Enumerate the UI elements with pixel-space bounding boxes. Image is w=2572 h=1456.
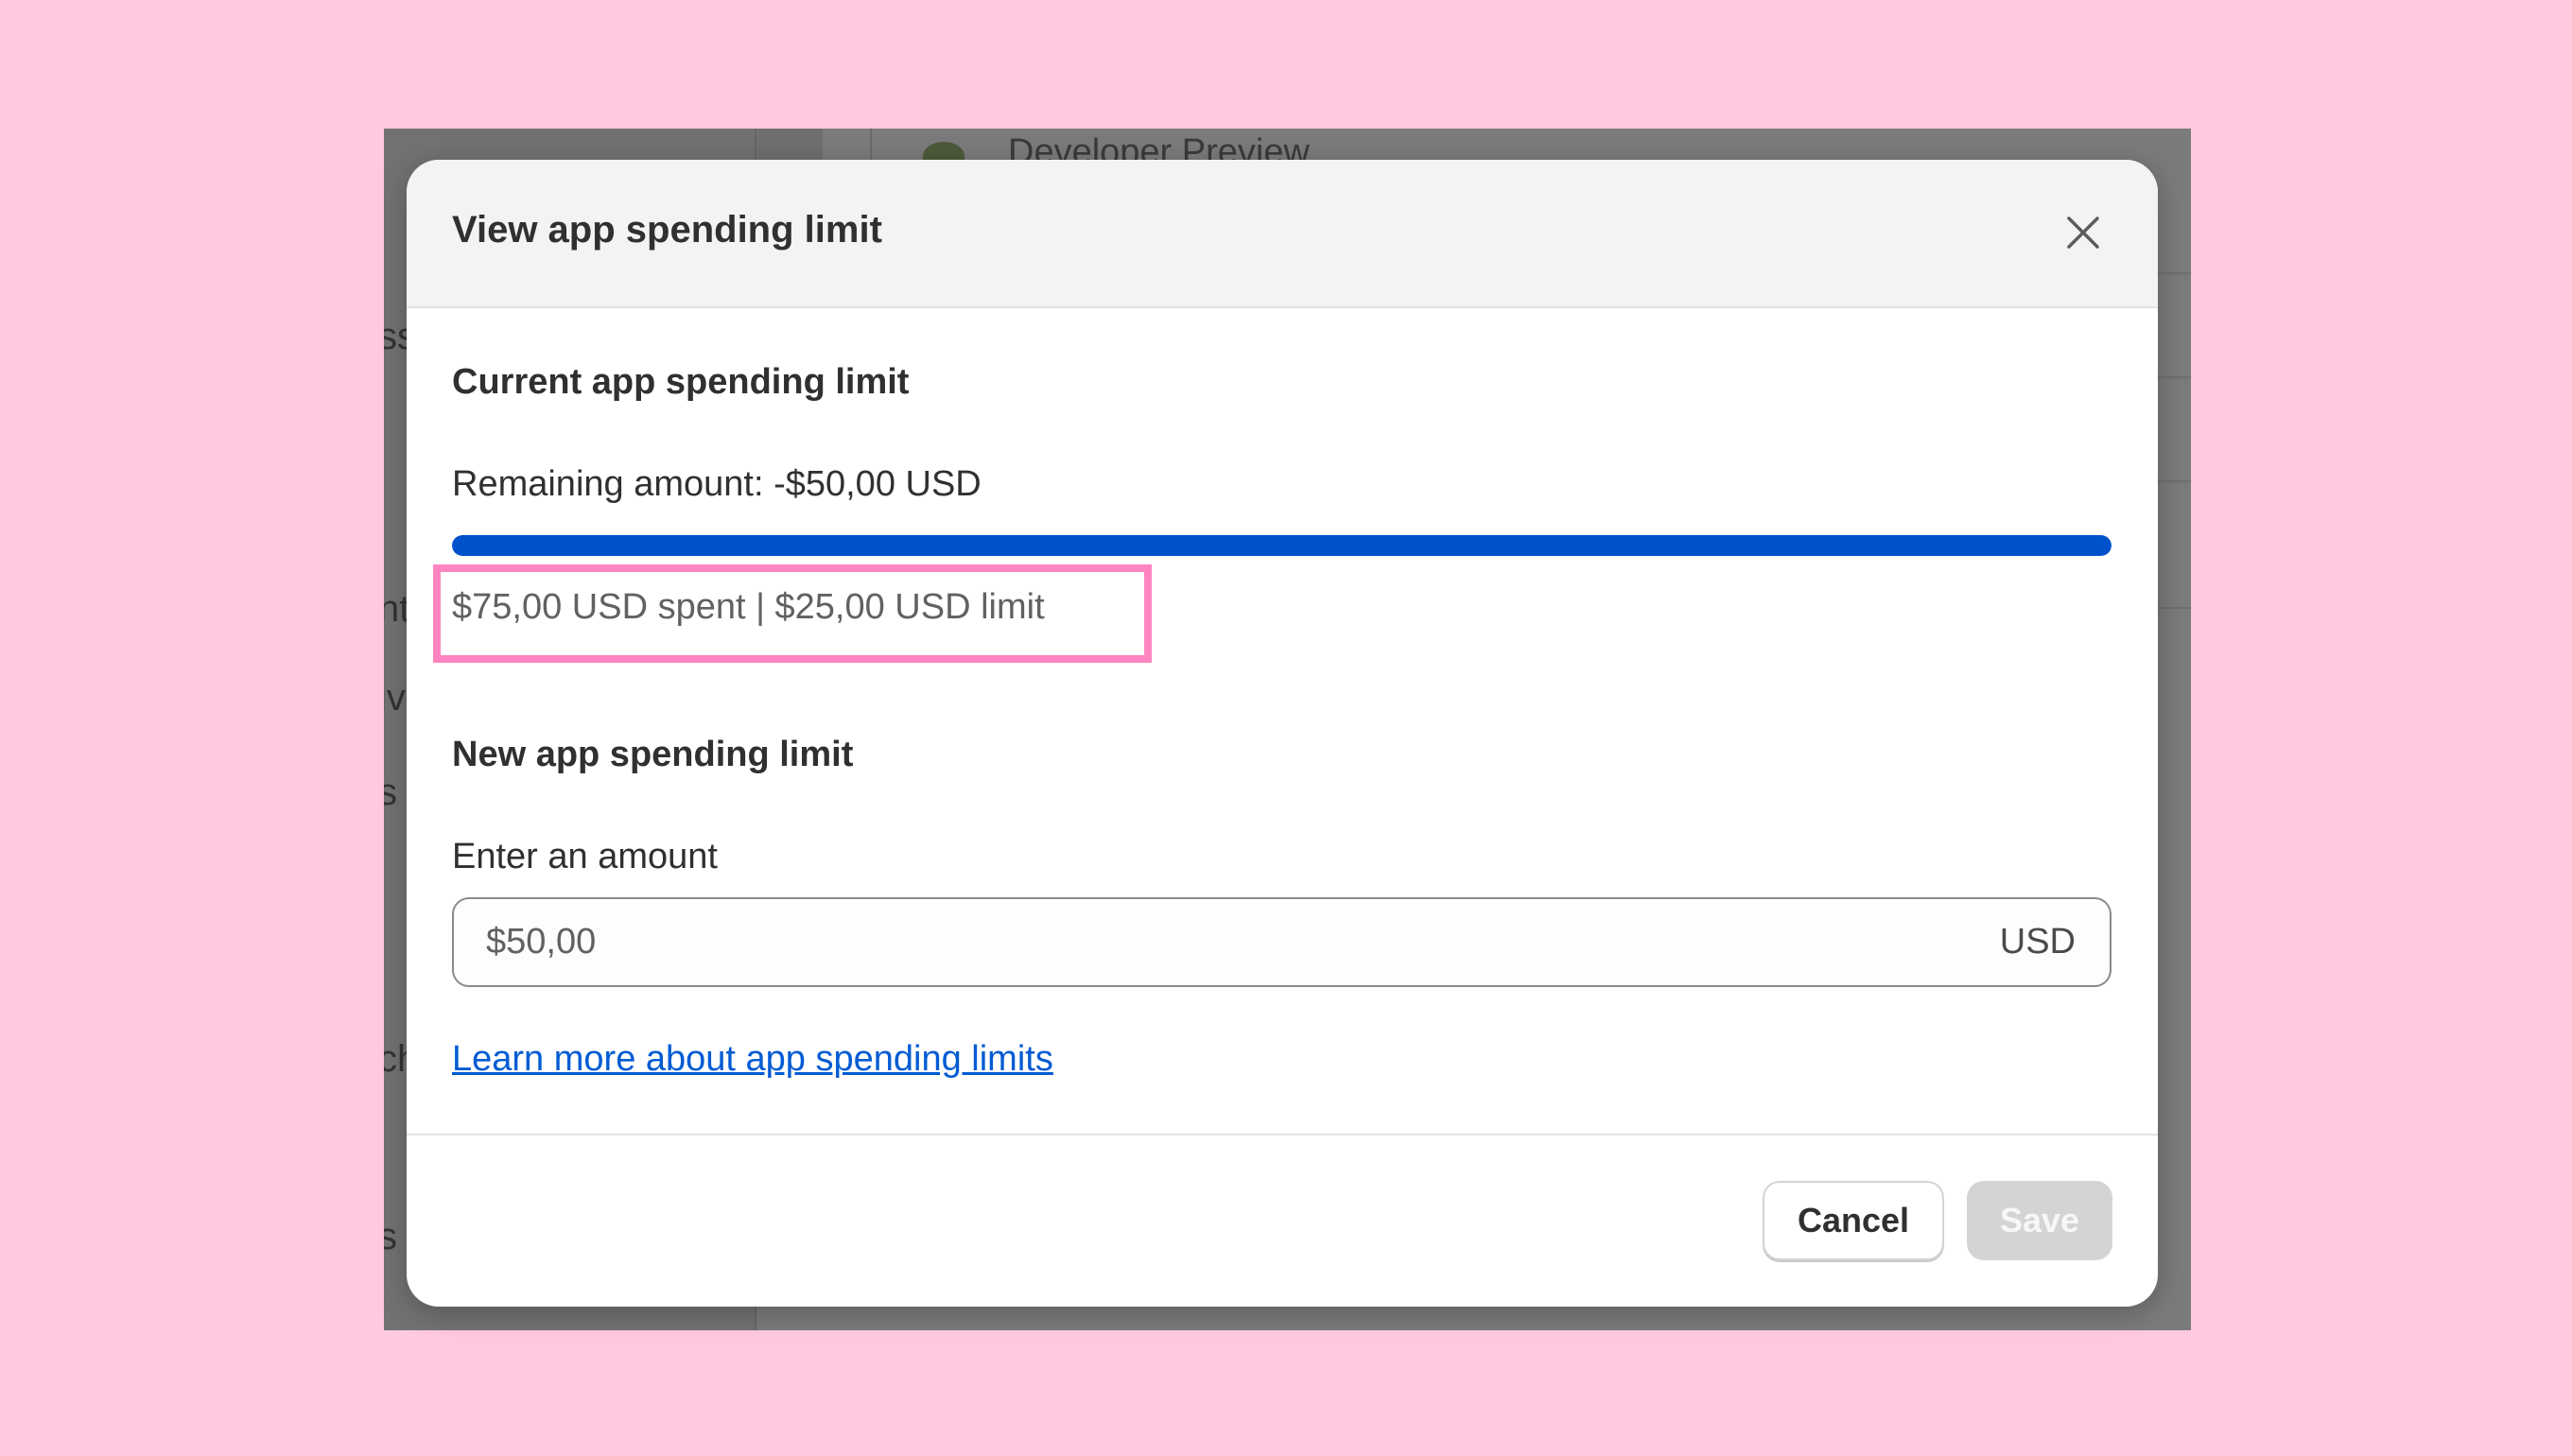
current-limit-heading: Current app spending limit [452, 362, 910, 402]
spending-progress-bar [452, 535, 2111, 556]
spending-limit-modal: View app spending limit Current app spen… [407, 160, 2158, 1307]
amount-input-label: Enter an amount [452, 837, 718, 876]
close-icon [2067, 217, 2099, 249]
background-clipped-text: s [384, 1216, 397, 1257]
save-button[interactable]: Save [1967, 1181, 2112, 1260]
stage: Developer Preview ss nt iv s ch s View a… [0, 0, 2572, 1456]
close-button[interactable] [2059, 209, 2107, 256]
spent-summary: $75,00 USD spent | $25,00 USD limit [452, 587, 1045, 627]
cancel-button[interactable]: Cancel [1763, 1181, 1944, 1260]
background-clipped-text: iv [384, 677, 406, 719]
learn-more-link[interactable]: Learn more about app spending limits [452, 1039, 1053, 1080]
footer-divider [407, 1134, 2158, 1135]
remaining-amount: Remaining amount: -$50,00 USD [452, 464, 982, 504]
modal-header: View app spending limit [407, 160, 2158, 308]
new-limit-heading: New app spending limit [452, 735, 854, 774]
amount-input[interactable] [454, 899, 2110, 985]
modal-title: View app spending limit [452, 209, 882, 251]
amount-field[interactable]: USD [452, 897, 2111, 987]
progress-fill [452, 535, 2111, 556]
currency-suffix: USD [1999, 922, 2076, 962]
background-clipped-text: s [384, 771, 397, 813]
